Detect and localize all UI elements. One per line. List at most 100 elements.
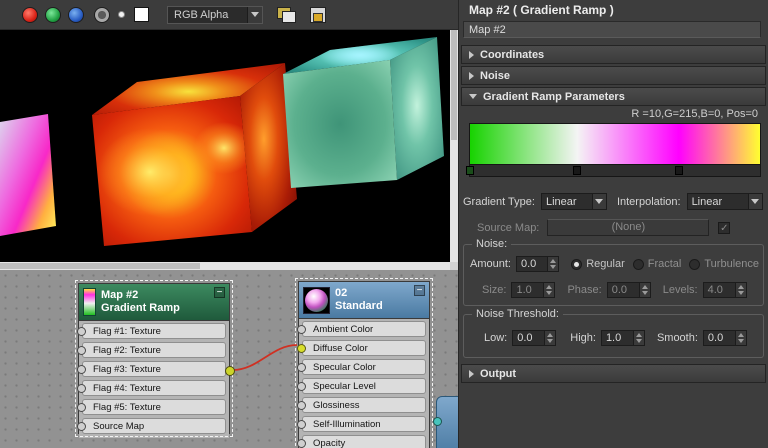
node-header[interactable]: Map #2 Gradient Ramp − (79, 284, 229, 320)
node-slot[interactable]: Flag #3: Texture (77, 361, 226, 377)
partial-node[interactable] (433, 396, 458, 448)
interpolation-dropdown[interactable]: Linear (686, 193, 763, 210)
spinner-arrows-icon[interactable] (734, 331, 746, 345)
collapse-arrow-icon (469, 94, 477, 99)
gradient-type-dropdown[interactable]: Linear (540, 193, 607, 210)
phase-spinner[interactable]: 0.0 (606, 282, 651, 298)
rollout-coordinates[interactable]: Coordinates (461, 45, 766, 64)
collapse-node-button[interactable]: − (214, 287, 225, 298)
noise-threshold-row: Low: 0.0 High: 1.0 Smooth: 0.0 (470, 330, 759, 346)
node-slot[interactable]: Glossiness (297, 397, 426, 413)
node-slot[interactable]: Flag #4: Texture (77, 380, 226, 396)
blue-channel-icon[interactable] (68, 6, 84, 23)
chevron-down-icon[interactable] (747, 194, 762, 209)
gradient-ramp-bar[interactable] (469, 123, 761, 165)
spinner-arrows-icon[interactable] (547, 257, 559, 271)
node-view[interactable]: Map #2 Gradient Ramp − Flag #1: Texture … (0, 270, 458, 448)
gradient-ramp-widget[interactable] (466, 123, 761, 177)
spinner-arrows-icon[interactable] (734, 283, 746, 297)
high-spinner[interactable]: 1.0 (600, 330, 645, 346)
node-slot[interactable]: Specular Color (297, 359, 426, 375)
gradient-ramp-track[interactable] (466, 165, 761, 177)
input-socket-icon[interactable] (77, 364, 86, 374)
fractal-radio[interactable] (632, 258, 644, 270)
rollout-output[interactable]: Output (461, 364, 766, 383)
expand-arrow-icon (469, 369, 474, 378)
noise-amount-row: Amount: 0.0 Regular Fractal Turbulence (470, 256, 759, 272)
input-socket-icon[interactable] (297, 438, 306, 448)
alpha-dot-icon[interactable] (118, 11, 125, 18)
clone-window-icon[interactable] (277, 7, 296, 23)
monochrome-icon[interactable] (94, 6, 110, 23)
material-sphere-thumbnail-icon (303, 286, 330, 314)
input-socket-icon[interactable] (297, 419, 306, 429)
node-slot[interactable]: Source Map (77, 418, 226, 434)
channel-display-dropdown[interactable]: RGB Alpha (167, 5, 263, 24)
node-slot[interactable]: Ambient Color (297, 321, 426, 337)
source-map-row: Source Map: (None) ✓ (463, 219, 765, 236)
socket-icon[interactable] (433, 417, 442, 426)
input-socket-icon[interactable] (297, 400, 306, 410)
spinner-arrows-icon[interactable] (632, 331, 644, 345)
rollout-gradient-ramp-parameters[interactable]: Gradient Ramp Parameters (461, 87, 766, 106)
node-title: Map #2 (101, 289, 139, 301)
node-slot[interactable]: Diffuse Color (297, 340, 426, 356)
node-slot[interactable]: Flag #2: Texture (77, 342, 226, 358)
red-channel-icon[interactable] (22, 6, 38, 23)
ramp-flag-2[interactable] (674, 166, 683, 175)
gradient-ramp-node[interactable]: Map #2 Gradient Ramp − Flag #1: Texture … (75, 280, 235, 438)
node-slot[interactable]: Opacity (297, 435, 426, 448)
channel-display-value: RGB Alpha (174, 8, 229, 21)
chevron-down-icon[interactable] (591, 194, 606, 209)
rollout-noise[interactable]: Noise (461, 66, 766, 85)
input-socket-icon[interactable] (297, 324, 306, 334)
save-image-icon[interactable] (309, 7, 327, 23)
ramp-flag-1[interactable] (573, 166, 582, 175)
regular-radio[interactable] (571, 258, 583, 270)
noise-size-row: Size: 1.0 Phase: 0.0 Levels: 4.0 (470, 282, 759, 298)
input-socket-icon[interactable] (77, 326, 86, 336)
ramp-flag-0[interactable] (466, 166, 474, 175)
viewport-horizontal-scrollbar[interactable] (0, 262, 450, 270)
render-viewport (0, 30, 450, 262)
map-name-field[interactable] (463, 21, 761, 38)
chevron-down-icon[interactable] (247, 6, 262, 23)
standard-material-node[interactable]: 02 Standard − Ambient Color Diffuse Colo… (295, 278, 433, 448)
smooth-spinner[interactable]: 0.0 (702, 330, 747, 346)
input-socket-icon[interactable] (77, 402, 86, 412)
levels-spinner[interactable]: 4.0 (702, 282, 747, 298)
node-slot[interactable]: Self-Illumination (297, 416, 426, 432)
spinner-arrows-icon[interactable] (544, 331, 556, 345)
input-socket-icon[interactable] (297, 343, 306, 353)
gradient-type-row: Gradient Type: Linear Interpolation: Lin… (463, 193, 765, 210)
input-socket-icon[interactable] (297, 381, 306, 391)
low-spinner[interactable]: 0.0 (512, 330, 557, 346)
expand-arrow-icon (469, 71, 474, 80)
node-slot[interactable]: Flag #1: Texture (77, 323, 226, 339)
spinner-arrows-icon[interactable] (543, 283, 555, 297)
render-window-toolbar: RGB Alpha (0, 0, 458, 30)
color-swatch[interactable] (134, 7, 149, 22)
collapse-node-button[interactable]: − (414, 285, 425, 296)
output-socket-icon[interactable] (225, 366, 235, 376)
input-socket-icon[interactable] (77, 345, 86, 355)
scrollbar-thumb[interactable] (0, 263, 200, 269)
source-map-checkbox[interactable]: ✓ (718, 221, 731, 234)
node-slot[interactable]: Flag #5: Texture (77, 399, 226, 415)
scrollbar-thumb[interactable] (451, 30, 457, 140)
noise-group: Noise: Amount: 0.0 Regular Fractal Turbu… (463, 238, 764, 306)
spinner-arrows-icon[interactable] (638, 283, 650, 297)
turbulence-radio[interactable] (689, 258, 701, 270)
size-spinner[interactable]: 1.0 (511, 282, 556, 298)
scrollbar-corner (450, 262, 458, 270)
input-socket-icon[interactable] (297, 362, 306, 372)
node-body: Ambient Color Diffuse Color Specular Col… (297, 318, 429, 448)
node-header[interactable]: 02 Standard − (299, 282, 429, 318)
node-slot[interactable]: Specular Level (297, 378, 426, 394)
viewport-vertical-scrollbar[interactable] (450, 30, 458, 262)
input-socket-icon[interactable] (77, 383, 86, 393)
input-socket-icon[interactable] (77, 421, 86, 431)
amount-spinner[interactable]: 0.0 (515, 256, 560, 272)
green-channel-icon[interactable] (45, 6, 61, 23)
source-map-button[interactable]: (None) (547, 219, 710, 236)
